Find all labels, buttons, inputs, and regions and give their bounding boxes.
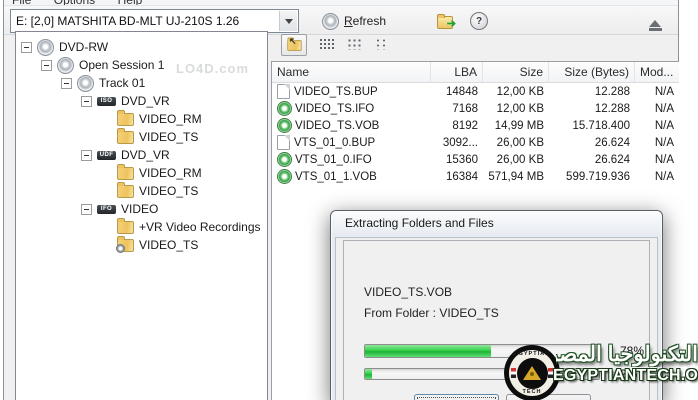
iso-badge-icon: ISO — [97, 97, 116, 106]
tree-item-video-rm[interactable]: VIDEO_RM — [16, 164, 267, 182]
details-view-icon[interactable] — [319, 38, 334, 50]
extract-folder-icon: ➔ — [437, 15, 454, 28]
tree-item-video[interactable]: IFO VIDEO — [16, 200, 267, 218]
file-row[interactable]: VTS_01_1.VOB 16384 571,94 MB 599.719.936… — [272, 168, 679, 185]
file-row[interactable]: VIDEO_TS.IFO 7168 12,00 KB 12.288 N/A — [272, 100, 679, 117]
eject-button[interactable] — [646, 14, 664, 28]
screenshot-stage: File Options Help E: [2,0] MATSHITA BD-M… — [0, 0, 698, 400]
folder-disc-icon — [117, 239, 134, 252]
column-header-size-bytes[interactable]: Size (Bytes) — [549, 62, 635, 82]
drive-select-value: E: [2,0] MATSHITA BD-MLT UJ-210S 1.26 — [11, 14, 278, 28]
tree-expander-icon[interactable] — [41, 60, 52, 71]
file-row[interactable]: VIDEO_TS.VOB 8192 14,99 MB 15.718.400 N/… — [272, 117, 679, 134]
total-progress-fill — [365, 369, 372, 379]
eject-icon — [649, 14, 661, 27]
tree-expander-icon[interactable] — [81, 96, 92, 107]
ifo-badge-icon: IFO — [97, 205, 116, 214]
tree-expander-icon[interactable] — [21, 42, 32, 53]
egypt-flag-icon — [511, 368, 516, 378]
file-row[interactable]: VIDEO_TS.BUP 14848 12,00 KB 12.288 N/A — [272, 83, 679, 100]
current-file-label: VIDEO_TS.VOB — [364, 285, 452, 299]
file-progress-fill — [365, 345, 491, 357]
site-watermark-text: EGYPTIANTECH.ORG — [553, 367, 698, 385]
small-icons-view-icon[interactable] — [347, 38, 361, 50]
tree-item-video-ts[interactable]: VIDEO_TS — [16, 236, 267, 254]
disc-file-icon — [277, 152, 292, 167]
disc-file-icon — [277, 101, 292, 116]
arabic-watermark-text: التكنولوجيا المصرية — [556, 342, 698, 367]
folder-icon — [117, 113, 134, 126]
column-header-size[interactable]: Size — [483, 62, 549, 82]
drive-select-combobox[interactable]: E: [2,0] MATSHITA BD-MLT UJ-210S 1.26 — [10, 9, 299, 33]
column-header-name[interactable]: Name — [272, 62, 431, 82]
list-toolbar: ↖ — [271, 31, 678, 59]
document-icon — [277, 84, 290, 99]
document-icon — [277, 135, 290, 150]
udf-badge-icon: UDF — [97, 151, 116, 160]
device-tree-panel: DVD-RW Open Session 1 Track 01 ISO DVD_V… — [15, 31, 268, 400]
tree-item-video-ts[interactable]: VIDEO_TS — [16, 182, 267, 200]
extract-button[interactable]: ➔ — [429, 9, 462, 33]
column-header-lba[interactable]: LBA — [431, 62, 483, 82]
list-header-row: Name LBA Size Size (Bytes) Mod... — [272, 62, 679, 83]
disc-icon — [322, 13, 339, 30]
list-view-icon[interactable] — [375, 38, 385, 50]
tree-expander-icon[interactable] — [61, 78, 72, 89]
tree-item-dvd-vr-udf[interactable]: UDF DVD_VR — [16, 146, 267, 164]
refresh-button[interactable]: Refresh — [314, 9, 394, 33]
file-row[interactable]: VTS_01_0.IFO 15360 26,00 KB 26.624 N/A — [272, 151, 679, 168]
tree-item-dvd-vr-iso[interactable]: ISO DVD_VR — [16, 92, 267, 110]
lo4d-watermark: LO4D.com — [176, 61, 249, 76]
folder-icon — [117, 221, 134, 234]
file-row[interactable]: VTS_01_0.BUP 3092... 26,00 KB 26.624 N/A — [272, 134, 679, 151]
disc-icon — [57, 57, 74, 74]
disc-icon — [37, 39, 54, 56]
tree-item-video-ts[interactable]: VIDEO_TS — [16, 128, 267, 146]
refresh-button-label: Refresh — [344, 14, 386, 28]
dialog-title: Extracting Folders and Files — [331, 211, 662, 236]
folder-icon — [117, 131, 134, 144]
disc-icon — [77, 75, 94, 92]
up-level-button[interactable]: ↖ — [281, 34, 307, 56]
cancel-button[interactable]: Cancel — [414, 394, 499, 400]
tree-expander-icon[interactable] — [81, 150, 92, 161]
tree-item-video-rm[interactable]: VIDEO_RM — [16, 110, 267, 128]
column-header-modified[interactable]: Mod... — [635, 62, 679, 82]
disc-file-icon — [277, 118, 292, 133]
folder-icon — [117, 167, 134, 180]
chevron-down-icon[interactable] — [279, 11, 297, 31]
help-icon: ? — [470, 12, 488, 30]
egyptiantech-logo: EGYPTIAN TECH — [504, 345, 560, 400]
tree-item-vr-video-recordings[interactable]: +VR Video Recordings — [16, 218, 267, 236]
disc-file-icon — [277, 169, 292, 184]
tree-expander-icon[interactable] — [81, 204, 92, 215]
folder-icon — [117, 185, 134, 198]
help-button[interactable]: ? — [462, 9, 496, 33]
tree-item-dvd-rw[interactable]: DVD-RW — [16, 38, 267, 56]
pyramid-icon — [523, 366, 541, 380]
from-folder-label: From Folder : VIDEO_TS — [364, 306, 499, 320]
tree-item-track-01[interactable]: Track 01 — [16, 74, 267, 92]
